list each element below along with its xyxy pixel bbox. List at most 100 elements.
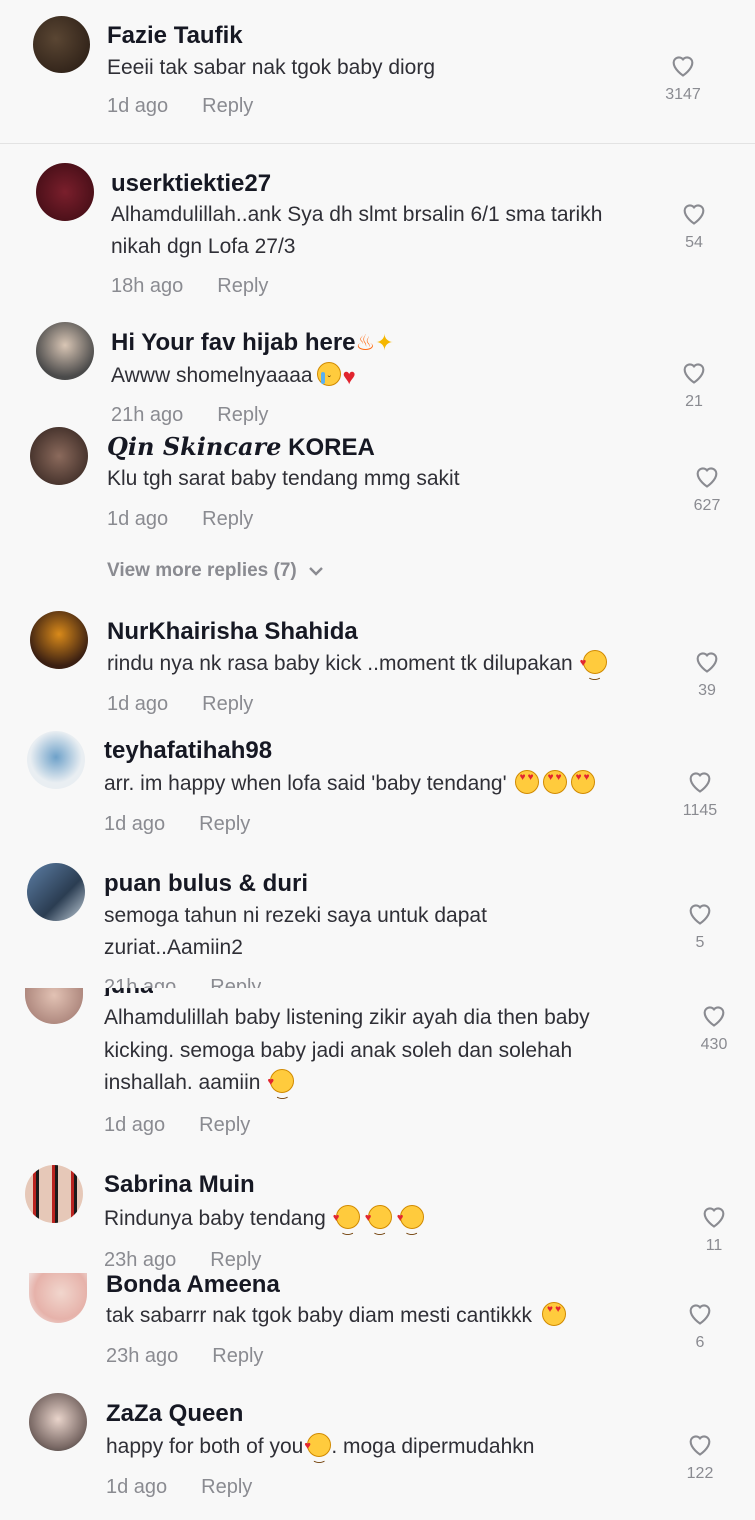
reply-button[interactable]: Reply: [202, 508, 253, 530]
comment-text: Alhamdulillah..ank Sya dh slmt brsalin 6…: [111, 203, 603, 226]
avatar[interactable]: [27, 731, 85, 789]
avatar[interactable]: [29, 1273, 87, 1323]
like-button[interactable]: 1145: [670, 768, 730, 820]
timestamp: 18h ago: [111, 275, 184, 297]
timestamp: 1d ago: [106, 1476, 168, 1498]
comment-meta: 23h ago Reply: [106, 1345, 263, 1368]
commenter-name[interactable]: Fazie Taufik: [107, 22, 243, 50]
comment-text-line3: inshallah. aamiin: [104, 1066, 295, 1108]
comment-meta: 1d ago Reply: [107, 693, 253, 716]
reply-button[interactable]: Reply: [201, 1476, 252, 1498]
comment-text-body: rindu nya nk rasa baby kick ..moment tk …: [107, 652, 573, 675]
avatar[interactable]: [33, 16, 90, 73]
chevron-down-icon: [309, 567, 323, 576]
smiling-face-with-hearts-icon: [333, 1202, 360, 1244]
comment-text: Eeeii tak sabar nak tgok baby diorg: [107, 56, 436, 79]
avatar[interactable]: [29, 1393, 87, 1451]
reply-button[interactable]: Reply: [212, 1345, 263, 1367]
commenter-name[interactable]: teyhafatihah98: [104, 737, 272, 765]
like-button[interactable]: 21: [664, 359, 724, 411]
reply-button[interactable]: Reply: [199, 813, 250, 835]
comment-text-line2: nikah dgn Lofa 27/3: [111, 235, 296, 258]
smiling-face-with-hearts-icon: [267, 1066, 295, 1108]
timestamp: 1d ago: [107, 95, 169, 117]
reply-button[interactable]: Reply: [199, 1114, 250, 1136]
smiling-face-with-hearts-icon: [397, 1202, 424, 1244]
like-button[interactable]: 5: [670, 900, 730, 952]
comment-text: arr. im happy when lofa said 'baby tenda…: [104, 768, 595, 800]
heart-icon: [696, 652, 718, 673]
comment-text: rindu nya nk rasa baby kick ..moment tk …: [107, 647, 607, 689]
comment-meta: 1d ago Reply: [107, 508, 253, 531]
like-button[interactable]: 627: [677, 463, 737, 515]
like-count: 430: [700, 1036, 728, 1053]
comment-text: semoga tahun ni rezeki saya untuk dapat: [104, 904, 487, 927]
fire-icon: ♨: [355, 330, 376, 355]
reply-button[interactable]: Reply: [202, 693, 253, 715]
like-button[interactable]: 122: [670, 1431, 730, 1483]
comment-meta: 1d ago Reply: [104, 813, 250, 836]
comment-text: happy for both of you . moga dipermudahkn: [106, 1430, 534, 1472]
like-button[interactable]: 3147: [653, 52, 713, 104]
view-more-label: View more replies (7): [107, 560, 297, 581]
reply-button[interactable]: Reply: [202, 95, 253, 117]
like-count: 627: [693, 497, 721, 514]
heart-eyes-emoji-icon: [542, 770, 567, 794]
timestamp: 1d ago: [104, 813, 166, 835]
like-count: 54: [685, 234, 703, 251]
commenter-name[interactable]: juha: [104, 988, 153, 996]
comment-meta: 1d ago Reply: [106, 1476, 252, 1499]
reply-button[interactable]: Reply: [217, 275, 268, 297]
like-button[interactable]: 11: [684, 1203, 744, 1255]
avatar[interactable]: [36, 322, 94, 380]
reply-button[interactable]: Reply: [210, 976, 261, 988]
avatar[interactable]: [30, 427, 88, 485]
avatar[interactable]: [25, 1165, 83, 1223]
timestamp: 1d ago: [107, 693, 169, 715]
comment-meta: 18h ago Reply: [111, 275, 268, 298]
reply-button[interactable]: Reply: [210, 1249, 261, 1271]
comment-text-body: happy for both of you: [106, 1435, 304, 1458]
like-button[interactable]: 39: [677, 648, 737, 700]
smiling-face-with-hearts-icon: [365, 1202, 392, 1244]
commenter-name[interactable]: puan bulus & duri: [104, 870, 308, 898]
like-button[interactable]: 54: [664, 200, 724, 252]
timestamp: 1d ago: [107, 508, 169, 530]
commenter-name[interactable]: ZaZa Queen: [106, 1400, 243, 1428]
like-button[interactable]: 6: [670, 1300, 730, 1352]
commenter-name[interactable]: Hi Your fav hijab here♨✦: [111, 329, 394, 357]
like-button[interactable]: 430: [684, 1002, 744, 1054]
commenter-name[interactable]: Qin Skincare KOREA: [107, 432, 375, 462]
heart-icon: [689, 1304, 711, 1325]
avatar[interactable]: [30, 611, 88, 669]
commenter-name[interactable]: Bonda Ameena: [106, 1271, 280, 1299]
heart-eyes-emoji-icon: [542, 1302, 567, 1326]
sparkles-icon: ✦: [375, 330, 394, 355]
commenter-name[interactable]: Sabrina Muin: [104, 1171, 255, 1199]
heart-icon: [689, 772, 711, 793]
heart-icon: [683, 204, 705, 225]
comment-text-body: arr. im happy when lofa said 'baby tenda…: [104, 772, 507, 795]
commenter-name-fancy: Qin Skincare: [107, 432, 282, 461]
comment-text-body: inshallah. aamiin: [104, 1071, 261, 1094]
heart-icon: [683, 363, 705, 384]
comment-text: Alhamdulillah baby listening zikir ayah …: [104, 1006, 590, 1029]
heart-eyes-emoji-icon: [514, 770, 539, 794]
avatar[interactable]: [25, 988, 83, 1024]
comment-text: Awww shomelnyaaaa ♥: [111, 360, 356, 397]
avatar[interactable]: [27, 863, 85, 921]
comment-text-body: tak sabarrr nak tgok baby diam mesti can…: [106, 1304, 533, 1327]
like-count: 6: [695, 1334, 705, 1351]
commenter-name[interactable]: userktiektie27: [111, 170, 271, 198]
timestamp: 23h ago: [106, 1345, 179, 1367]
reply-button[interactable]: Reply: [217, 404, 268, 426]
view-more-replies-button[interactable]: View more replies (7): [107, 560, 324, 582]
like-count: 39: [698, 682, 716, 699]
comment-text: Rindunya baby tendang: [104, 1202, 424, 1244]
comment-meta: 1d ago Reply: [104, 1114, 250, 1137]
commenter-name[interactable]: NurKhairisha Shahida: [107, 618, 358, 646]
heart-eyes-emoji-icon: [570, 770, 595, 794]
timestamp: 23h ago: [104, 1249, 177, 1271]
heart-icon: [696, 467, 718, 488]
avatar[interactable]: [36, 163, 94, 221]
